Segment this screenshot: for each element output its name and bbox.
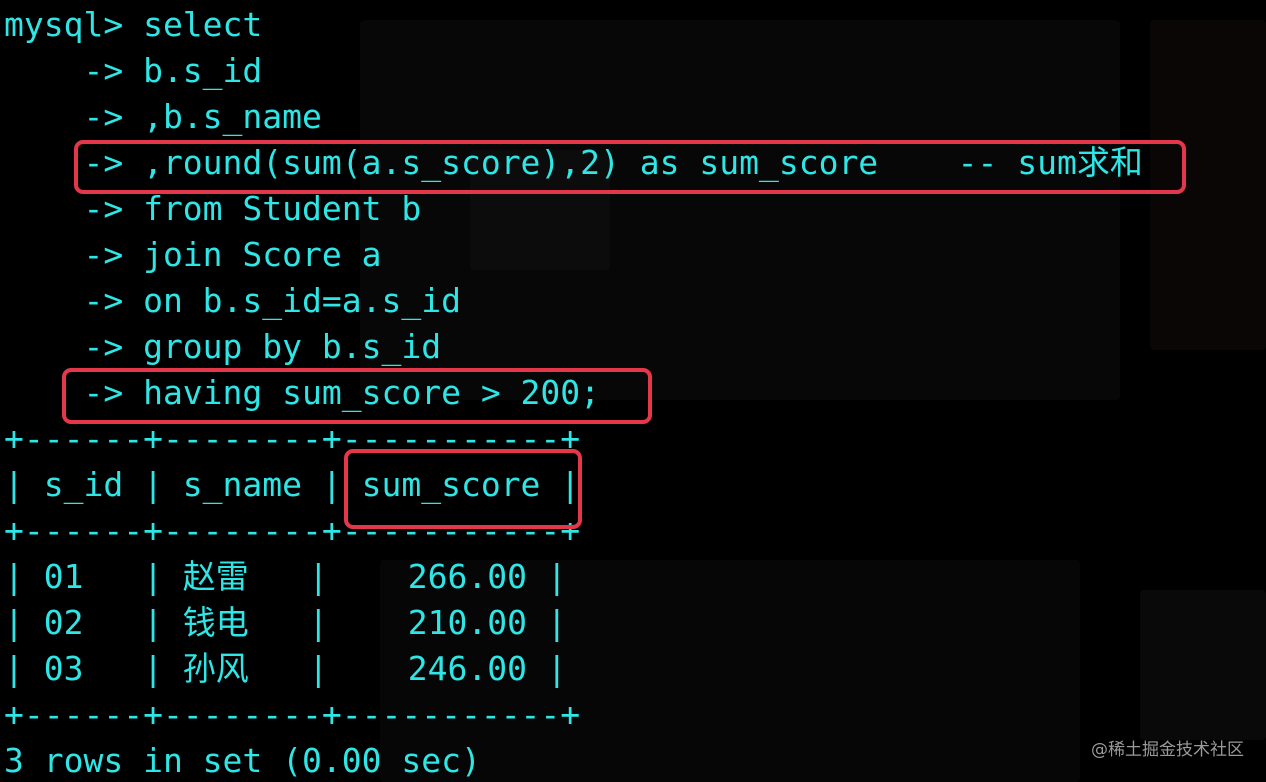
terminal-line-sql: -> having sum_score > 200; xyxy=(4,373,601,412)
result-table-row: | 01 | 赵雷 | 266.00 | xyxy=(4,557,567,596)
terminal-line-sql: -> join Score a xyxy=(4,235,382,274)
terminal-line-sql: -> b.s_id xyxy=(4,51,263,90)
watermark: @稀土掘金技术社区 xyxy=(1091,740,1244,760)
terminal-line-sql: -> ,b.s_name xyxy=(4,97,322,136)
result-table-border: +------+--------+-----------+ xyxy=(4,695,581,734)
result-summary: 3 rows in set (0.00 sec) xyxy=(4,741,481,780)
terminal-line-prompt: mysql> select xyxy=(4,5,263,44)
result-table-header: | s_id | s_name | sum_score | xyxy=(4,465,581,504)
terminal-window[interactable]: mysql> select -> b.s_id -> ,b.s_name -> … xyxy=(0,0,1266,782)
result-table-border: +------+--------+-----------+ xyxy=(4,511,581,550)
result-table-row: | 02 | 钱电 | 210.00 | xyxy=(4,603,567,642)
result-table-row: | 03 | 孙风 | 246.00 | xyxy=(4,649,567,688)
terminal-line-sql: -> ,round(sum(a.s_score),2) as sum_score… xyxy=(4,143,1143,182)
terminal-line-sql: -> group by b.s_id xyxy=(4,327,442,366)
terminal-line-sql: -> from Student b xyxy=(4,189,422,228)
result-table-border: +------+--------+-----------+ xyxy=(4,419,581,458)
terminal-line-sql: -> on b.s_id=a.s_id xyxy=(4,281,461,320)
